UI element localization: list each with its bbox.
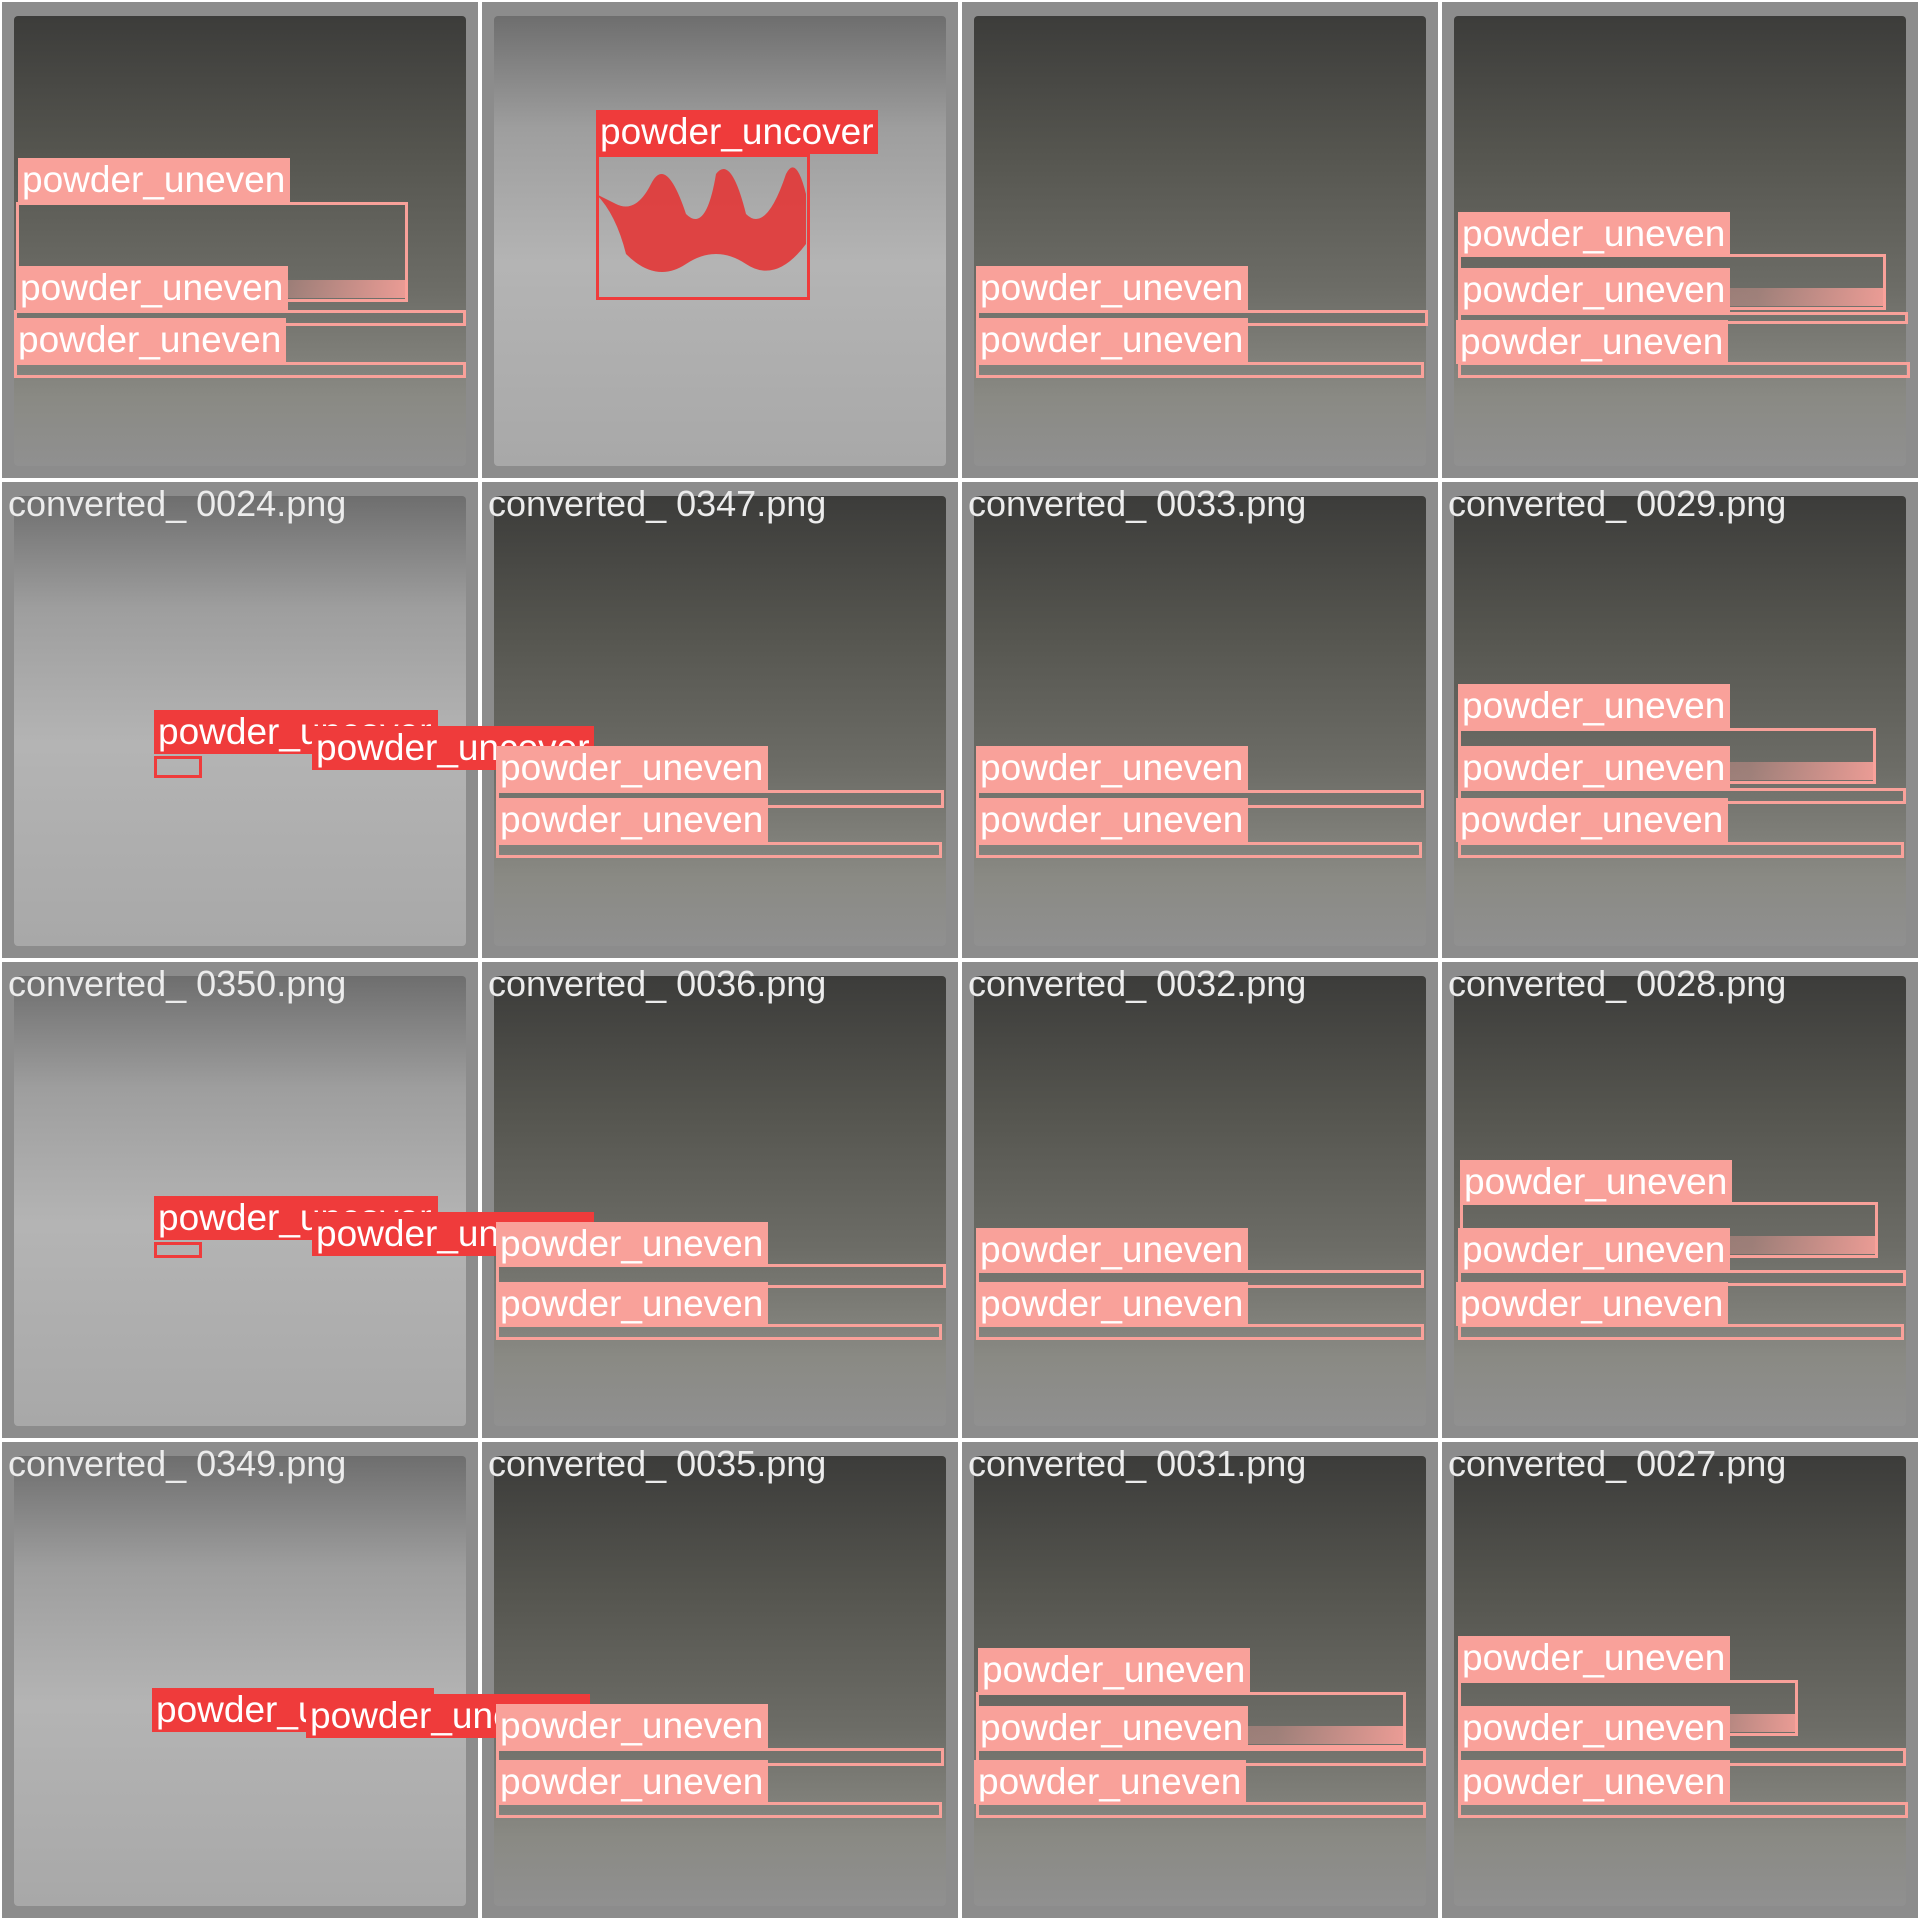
filename-label: converted_ 0031.png [968, 1443, 1307, 1484]
filename-label: converted_ 0347.png [488, 483, 827, 524]
build-plate [494, 1456, 946, 1906]
sample-photo [962, 962, 1438, 1438]
sample-photo [962, 2, 1438, 478]
image-tile [960, 0, 1440, 480]
image-tile [480, 0, 960, 480]
build-plate [494, 16, 946, 466]
sample-photo [1442, 2, 1918, 478]
image-tile: converted_ 0349.png [0, 1440, 480, 1920]
build-plate [1454, 1456, 1906, 1906]
image-tile: converted_ 0028.png [1440, 960, 1920, 1440]
filename-label: converted_ 0024.png [8, 483, 347, 524]
sample-photo [2, 962, 478, 1438]
filename-label: converted_ 0035.png [488, 1443, 827, 1484]
filename-label: converted_ 0349.png [8, 1443, 347, 1484]
build-plate [974, 16, 1426, 466]
image-tile: converted_ 0024.png [0, 480, 480, 960]
sample-photo [2, 2, 478, 478]
image-tile: converted_ 0035.png [480, 1440, 960, 1920]
sample-photo [962, 482, 1438, 958]
image-tile: converted_ 0033.png [960, 480, 1440, 960]
filename-label: converted_ 0033.png [968, 483, 1307, 524]
filename-label: converted_ 0032.png [968, 963, 1307, 1004]
detection-mosaic: converted_ 0024.png converted_ 0347.png co… [0, 0, 1920, 1920]
build-plate [1454, 496, 1906, 946]
sample-photo [962, 1442, 1438, 1918]
sample-photo [482, 962, 958, 1438]
build-plate [14, 976, 466, 1426]
sample-photo [1442, 1442, 1918, 1918]
build-plate [494, 496, 946, 946]
image-tile: converted_ 0350.png [0, 960, 480, 1440]
filename-label: converted_ 0027.png [1448, 1443, 1787, 1484]
sample-photo [482, 1442, 958, 1918]
image-tile: converted_ 0031.png [960, 1440, 1440, 1920]
image-tile: converted_ 0027.png [1440, 1440, 1920, 1920]
build-plate [1454, 976, 1906, 1426]
sample-photo [482, 2, 958, 478]
build-plate [14, 16, 466, 466]
sample-photo [2, 482, 478, 958]
image-tile [1440, 0, 1920, 480]
build-plate [974, 496, 1426, 946]
sample-photo [2, 1442, 478, 1918]
image-tile: converted_ 0032.png [960, 960, 1440, 1440]
sample-photo [1442, 962, 1918, 1438]
build-plate [14, 496, 466, 946]
build-plate [14, 1456, 466, 1906]
build-plate [1454, 16, 1906, 466]
build-plate [974, 976, 1426, 1426]
image-tile: converted_ 0347.png [480, 480, 960, 960]
build-plate [494, 976, 946, 1426]
filename-label: converted_ 0036.png [488, 963, 827, 1004]
image-tile: converted_ 0029.png [1440, 480, 1920, 960]
image-tile: converted_ 0036.png [480, 960, 960, 1440]
image-tile [0, 0, 480, 480]
filename-label: converted_ 0350.png [8, 963, 347, 1004]
sample-photo [482, 482, 958, 958]
filename-label: converted_ 0029.png [1448, 483, 1787, 524]
build-plate [974, 1456, 1426, 1906]
sample-photo [1442, 482, 1918, 958]
filename-label: converted_ 0028.png [1448, 963, 1787, 1004]
